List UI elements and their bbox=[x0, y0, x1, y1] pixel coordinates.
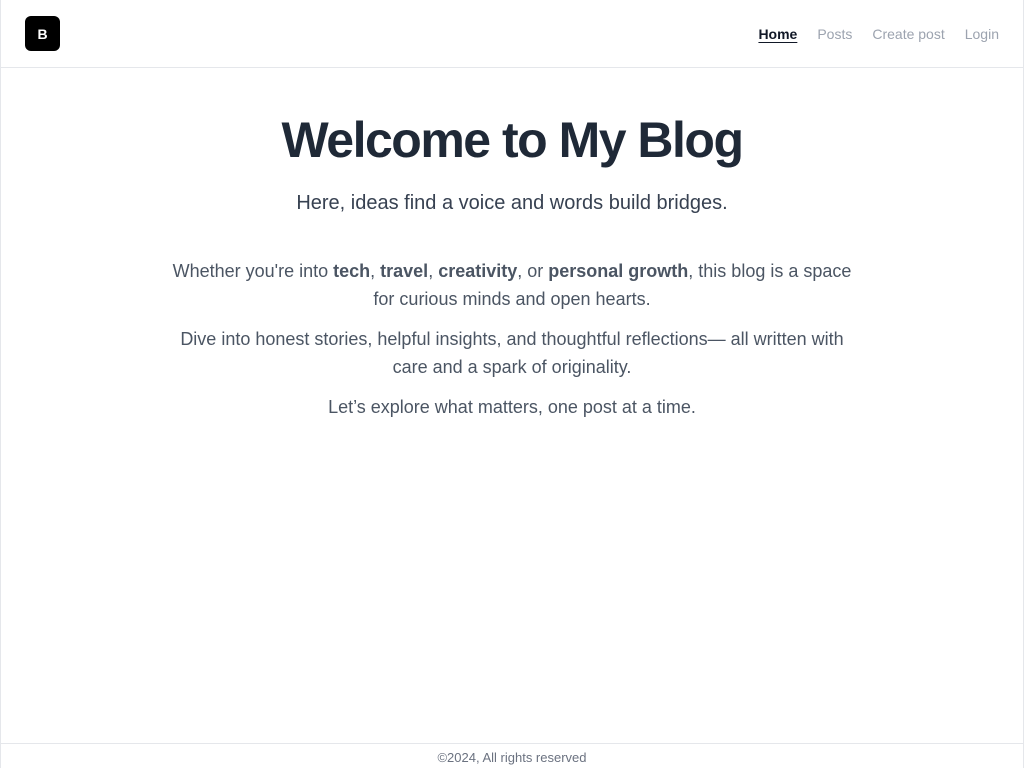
intro-paragraph-2: Dive into honest stories, helpful insigh… bbox=[180, 328, 844, 377]
nav-link-posts[interactable]: Posts bbox=[817, 26, 852, 42]
topic-tech: tech bbox=[333, 260, 371, 281]
page: B Home Posts Create post Login Welcome t… bbox=[0, 0, 1024, 768]
nav-link-login[interactable]: Login bbox=[965, 26, 999, 42]
top-bar: B Home Posts Create post Login bbox=[1, 0, 1023, 68]
separator: , or bbox=[517, 260, 549, 281]
intro-text: Whether you're into tech, travel, creati… bbox=[172, 257, 852, 421]
copyright-text: ©2024, All rights reserved bbox=[437, 749, 587, 765]
page-title: Welcome to My Blog bbox=[281, 112, 744, 168]
topic-travel: travel bbox=[380, 260, 429, 281]
logo[interactable]: B bbox=[25, 16, 60, 51]
page-subtitle: Here, ideas find a voice and words build… bbox=[296, 191, 728, 214]
intro-paragraph-1: Whether you're into tech, travel, creati… bbox=[172, 257, 852, 313]
separator: , bbox=[370, 260, 381, 281]
nav-link-create-post[interactable]: Create post bbox=[872, 26, 944, 42]
main-nav: Home Posts Create post Login bbox=[758, 26, 999, 42]
separator: , bbox=[428, 260, 439, 281]
topic-creativity: creativity bbox=[438, 260, 518, 281]
intro-p1-prefix: Whether you're into bbox=[172, 260, 334, 281]
intro-paragraph-3: Let’s explore what matters, one post at … bbox=[328, 396, 696, 417]
footer: ©2024, All rights reserved bbox=[1, 743, 1023, 768]
hero-section: Welcome to My Blog Here, ideas find a vo… bbox=[1, 68, 1023, 421]
topic-personal-growth: personal growth bbox=[548, 260, 689, 281]
nav-link-home[interactable]: Home bbox=[758, 26, 797, 42]
